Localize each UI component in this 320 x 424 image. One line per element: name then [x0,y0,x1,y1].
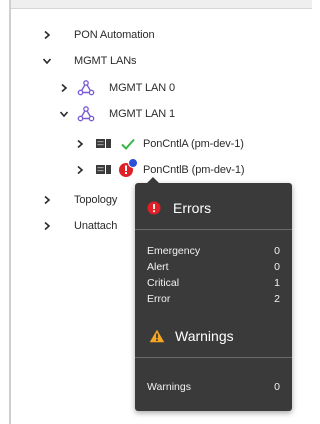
tree-item-poncntla[interactable]: PonCntlA (pm-dev-1) [75,133,244,155]
chevron-right-icon[interactable] [42,221,52,231]
row-value: 0 [274,245,280,257]
tree-item-label: MGMT LAN 1 [109,108,176,120]
chevron-right-icon[interactable] [42,30,52,40]
error-icon[interactable] [119,158,138,179]
tree-item-label: MGMT LANs [74,55,137,67]
network-lan-icon [77,80,95,96]
divider [135,229,292,230]
row-value: 2 [274,293,280,305]
warning-row-warnings: Warnings 0 [147,381,280,393]
tree-item-label: MGMT LAN 0 [109,82,176,94]
tree-item-poncntlb[interactable]: PonCntlB (pm-dev-1) [75,158,245,181]
row-label: Critical [147,277,180,289]
tree-item-label: PonCntlA (pm-dev-1) [143,138,244,150]
tree-item-mgmt-lans[interactable]: MGMT LANs [42,50,137,72]
tree-item-unattached[interactable]: Unattach [42,215,117,237]
row-value: 0 [274,261,280,273]
tree-item-mgmt-lan-0[interactable]: MGMT LAN 0 [59,77,175,99]
tree-panel: PON Automation MGMT LANs MGMT LAN 0 MGMT… [0,0,312,424]
warnings-title: Warnings [175,328,234,344]
tree-item-label: Unattach [74,220,118,232]
error-icon [147,201,161,215]
tree-item-label: PON Automation [74,29,155,41]
chevron-right-icon[interactable] [75,139,85,149]
chevron-right-icon[interactable] [59,83,69,93]
row-label: Warnings [147,381,191,393]
errors-heading: Errors [147,200,211,216]
row-label: Alert [147,261,169,273]
divider [135,357,292,358]
tree-item-label: Topology [74,194,118,206]
error-row-critical: Critical 1 [147,277,280,289]
chevron-right-icon[interactable] [42,195,52,205]
chevron-down-icon[interactable] [59,109,69,119]
status-tooltip: Errors Emergency 0 Alert 0 Critical 1 Er… [135,177,292,411]
warning-icon [149,329,165,343]
row-label: Emergency [147,245,201,257]
checkmark-icon [119,135,137,153]
tree-item-topology[interactable]: Topology [42,189,117,211]
row-value: 1 [274,277,280,289]
chevron-down-icon[interactable] [42,56,52,66]
row-value: 0 [274,381,280,393]
warnings-heading: Warnings [149,328,234,344]
error-row-emergency: Emergency 0 [147,245,280,257]
error-row-alert: Alert 0 [147,261,280,273]
errors-title: Errors [173,200,212,216]
server-icon [95,164,113,176]
server-icon [95,138,113,150]
network-lan-icon [77,106,95,122]
tree-item-label: PonCntlB (pm-dev-1) [143,164,245,176]
row-label: Error [147,293,171,305]
tree-item-mgmt-lan-1[interactable]: MGMT LAN 1 [59,103,175,125]
chevron-right-icon[interactable] [75,165,85,175]
tree-item-pon-automation[interactable]: PON Automation [42,24,155,46]
error-row-error: Error 2 [147,293,280,305]
